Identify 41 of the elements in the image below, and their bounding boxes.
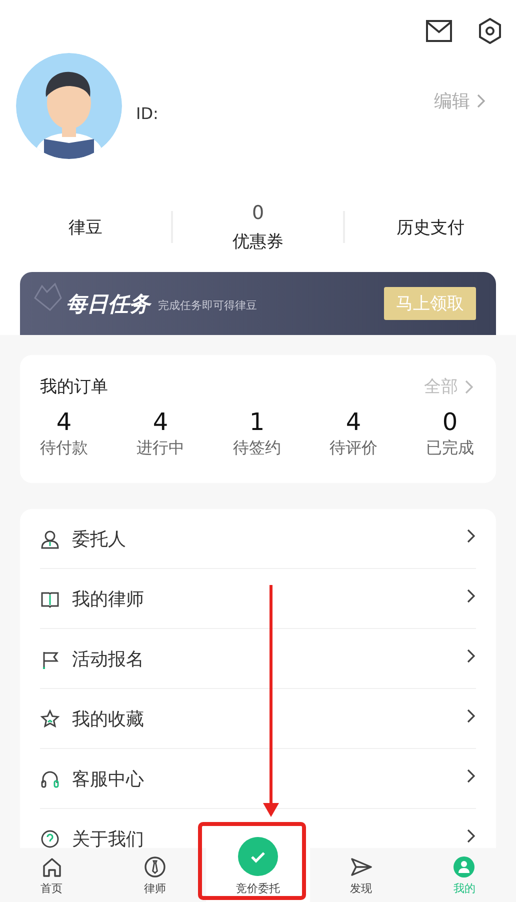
settings-icon[interactable] xyxy=(478,18,502,44)
check-button[interactable] xyxy=(238,837,278,876)
order-status-item[interactable]: 0 已完成 xyxy=(426,408,474,459)
stat-item[interactable]: 0 优惠券 xyxy=(172,202,344,252)
star-icon xyxy=(40,708,60,728)
chevron-icon xyxy=(466,648,476,664)
headphones-icon xyxy=(40,768,60,788)
tie-icon xyxy=(144,856,166,878)
chevron-icon xyxy=(466,708,476,724)
menu-item[interactable]: 委托人 xyxy=(40,509,476,569)
banner-title: 每日任务 xyxy=(66,290,150,318)
order-status-item[interactable]: 4 待付款 xyxy=(40,408,88,459)
tab-item[interactable]: 发现 xyxy=(310,848,413,902)
tab-item[interactable]: 律师 xyxy=(103,848,206,902)
stat-item[interactable]: 律豆 xyxy=(0,216,171,238)
user-id-label: ID: xyxy=(136,104,160,122)
stat-item[interactable]: 历史支付 xyxy=(345,216,516,238)
order-status-item[interactable]: 1 待签约 xyxy=(233,408,281,459)
person-icon xyxy=(453,856,476,878)
orders-title: 我的订单 xyxy=(40,376,108,398)
chevron-icon xyxy=(464,378,474,394)
check-icon xyxy=(250,850,266,862)
tab-item[interactable]: 首页 xyxy=(0,848,104,902)
tab-item[interactable]: 竞价委托 xyxy=(206,836,310,902)
paper-plane-icon xyxy=(350,856,372,878)
order-status-item[interactable]: 4 待评价 xyxy=(330,408,378,459)
chevron-icon xyxy=(466,828,476,844)
order-status-item[interactable]: 4 进行中 xyxy=(136,408,184,459)
person-icon xyxy=(40,528,60,548)
menu-item[interactable]: 活动报名 xyxy=(40,629,476,689)
home-icon xyxy=(40,856,63,878)
chevron-icon xyxy=(466,588,476,604)
chevron-icon xyxy=(466,768,476,784)
menu-item[interactable]: 我的律师 xyxy=(40,569,476,629)
question-icon xyxy=(40,828,60,848)
banner-subtitle: 完成任务即可得律豆 xyxy=(158,298,258,313)
menu-item[interactable]: 我的收藏 xyxy=(40,689,476,749)
chevron-icon xyxy=(466,528,476,544)
crown-icon xyxy=(32,282,64,312)
mail-icon[interactable] xyxy=(426,20,452,42)
chevron-icon xyxy=(476,93,486,109)
